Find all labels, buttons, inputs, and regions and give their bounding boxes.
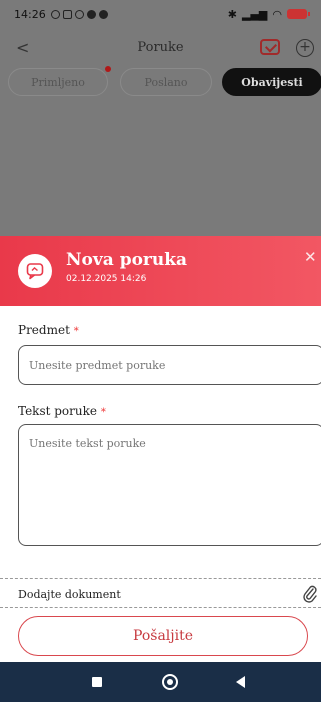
app-icon [86, 9, 96, 19]
status-right: ✱ ▂▄▆ ◠ [227, 7, 310, 21]
body-label: Tekst poruke * [18, 404, 106, 418]
add-icon[interactable]: + [296, 39, 314, 57]
message-badge [18, 254, 52, 288]
wifi-icon: ◠ [272, 7, 282, 21]
tab-obavijesti[interactable]: Obavijesti [222, 68, 321, 96]
system-nav-bar [0, 662, 321, 702]
body-textarea[interactable] [18, 424, 321, 546]
tab-bar: Primljeno Poslano Obavijesti [8, 66, 321, 96]
subject-label: Predmet * [18, 323, 79, 337]
attach-label: Dodajte dokument [18, 588, 121, 601]
home-icon[interactable] [162, 674, 178, 690]
modal-header: Nova poruka 02.12.2025 14:26 ✕ [0, 236, 321, 306]
modal-title: Nova poruka [66, 250, 188, 270]
attach-document-row[interactable]: Dodajte dokument [0, 578, 321, 608]
share-icon [74, 9, 84, 19]
app-header: < Poruke + [0, 34, 321, 62]
subject-label-text: Predmet [18, 323, 70, 337]
message-icon [26, 263, 44, 280]
notification-icons [50, 9, 108, 19]
subject-input[interactable] [18, 345, 321, 385]
paperclip-icon[interactable] [302, 585, 318, 603]
bluetooth-icon: ✱ [227, 7, 237, 21]
status-time: 14:26 [14, 7, 46, 21]
body-label-text: Tekst poruke [18, 404, 97, 418]
tab-poslano[interactable]: Poslano [120, 68, 212, 96]
notification-dot [105, 66, 111, 72]
back-nav-icon[interactable] [236, 676, 245, 688]
send-button[interactable]: Pošaljite [18, 616, 308, 656]
background-overlay[interactable]: 14:26 ✱ ▂▄▆ ◠ < Poruke + Primljeno Posla… [0, 0, 321, 236]
tab-primljeno[interactable]: Primljeno [8, 68, 108, 96]
status-left: 14:26 [14, 8, 108, 21]
app-icon-2 [98, 9, 108, 19]
modal-date: 02.12.2025 14:26 [66, 274, 147, 284]
battery-icon [287, 9, 310, 19]
required-mark: * [73, 326, 79, 337]
signal-icon: ▂▄▆ [242, 7, 268, 21]
required-mark: * [100, 407, 106, 418]
recents-icon[interactable] [92, 677, 102, 687]
mail-icon[interactable] [260, 39, 280, 55]
calendar-icon [62, 9, 72, 19]
close-icon[interactable]: ✕ [304, 248, 317, 266]
status-bar: 14:26 ✱ ▂▄▆ ◠ [0, 0, 321, 28]
alarm-icon [50, 9, 60, 19]
